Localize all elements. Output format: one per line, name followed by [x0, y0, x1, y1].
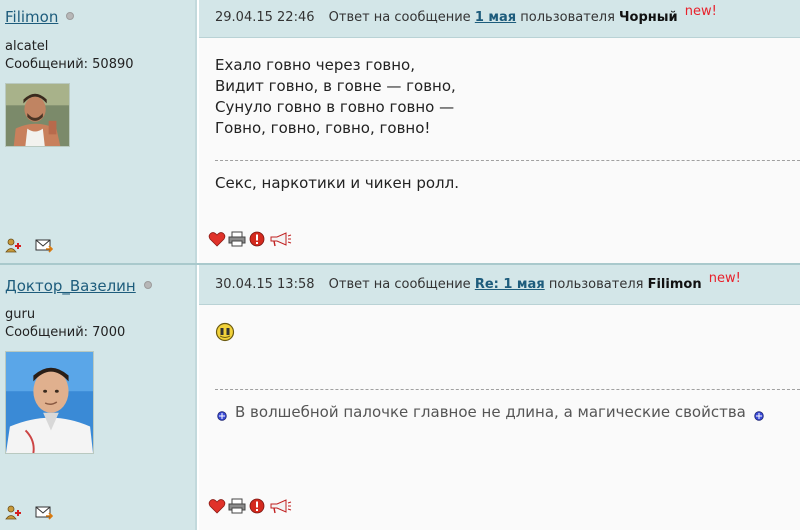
post-header: 30.04.15 13:58 Ответ на сообщение Re: 1 …: [199, 265, 800, 305]
post-actions: [208, 498, 292, 514]
reply-to-user: Чорный: [619, 10, 678, 25]
message-line: Ехало говно через говно,: [215, 56, 415, 74]
reply-prefix: Ответ на сообщение: [328, 10, 471, 25]
author-message-count: Сообщений: 7000: [5, 325, 126, 340]
heart-icon[interactable]: [208, 498, 226, 514]
message-line: Сунуло говно в говно говно —: [215, 98, 455, 116]
reply-prefix: Ответ на сообщение: [328, 277, 471, 292]
new-badge: new!: [708, 271, 741, 286]
author-name-link[interactable]: Доктор_Вазелин: [5, 277, 152, 295]
reply-to-message-link[interactable]: 1 мая: [475, 10, 516, 25]
post-date: 29.04.15 22:46: [215, 10, 315, 25]
heart-icon[interactable]: [208, 231, 226, 247]
post: Filimon alcatel Сообщений: 50890 29.04.1…: [0, 0, 800, 263]
post-body: В волшебной палочке главное не длина, а …: [199, 305, 800, 530]
message-line: Видит говно, в говне — говно,: [215, 77, 456, 95]
bullet-icon: [754, 407, 764, 421]
signature-text: В волшебной палочке главное не длина, а …: [235, 403, 746, 421]
author-panel: Filimon alcatel Сообщений: 50890: [0, 0, 197, 263]
message-line: Говно, говно, говно, говно!: [215, 119, 431, 137]
signature: В волшебной палочке главное не длина, а …: [215, 403, 764, 421]
author-message-count: Сообщений: 50890: [5, 57, 134, 72]
signature-divider: [215, 160, 800, 161]
author-name-link[interactable]: Filimon: [5, 8, 75, 26]
print-icon[interactable]: [228, 231, 246, 247]
reply-by-label: пользователя: [548, 277, 644, 292]
avatar[interactable]: [5, 351, 94, 454]
bullet-icon: [217, 407, 227, 421]
reply-to-user: Filimon: [647, 277, 702, 292]
post-body: Ехало говно через говно, Видит говно, в …: [199, 38, 800, 263]
online-status-icon: [143, 280, 152, 289]
reply-by-label: пользователя: [520, 10, 615, 25]
report-icon[interactable]: [248, 231, 266, 247]
send-message-icon[interactable]: [35, 504, 53, 520]
megaphone-icon[interactable]: [268, 498, 292, 514]
post: Доктор_Вазелин guru Сообщений: 7000 30.0…: [0, 263, 800, 530]
post-header: 29.04.15 22:46 Ответ на сообщение 1 мая …: [199, 0, 800, 38]
smiley-icon: [215, 322, 235, 342]
send-message-icon[interactable]: [35, 237, 53, 253]
online-status-icon: [66, 11, 75, 20]
post-date: 30.04.15 13:58: [215, 277, 315, 292]
report-icon[interactable]: [248, 498, 266, 514]
signature: Секс, наркотики и чикен ролл.: [215, 174, 459, 192]
add-contact-icon[interactable]: [5, 237, 23, 253]
post-actions: [208, 231, 292, 247]
signature-divider: [215, 389, 800, 390]
add-contact-icon[interactable]: [5, 504, 23, 520]
new-badge: new!: [684, 4, 717, 19]
author-rank: guru: [5, 307, 36, 322]
print-icon[interactable]: [228, 498, 246, 514]
message-text: Ехало говно через говно, Видит говно, в …: [215, 55, 456, 139]
author-rank: alcatel: [5, 39, 49, 54]
reply-to-message-link[interactable]: Re: 1 мая: [475, 277, 545, 292]
author-panel: Доктор_Вазелин guru Сообщений: 7000: [0, 265, 197, 530]
megaphone-icon[interactable]: [268, 231, 292, 247]
avatar[interactable]: [5, 83, 70, 147]
